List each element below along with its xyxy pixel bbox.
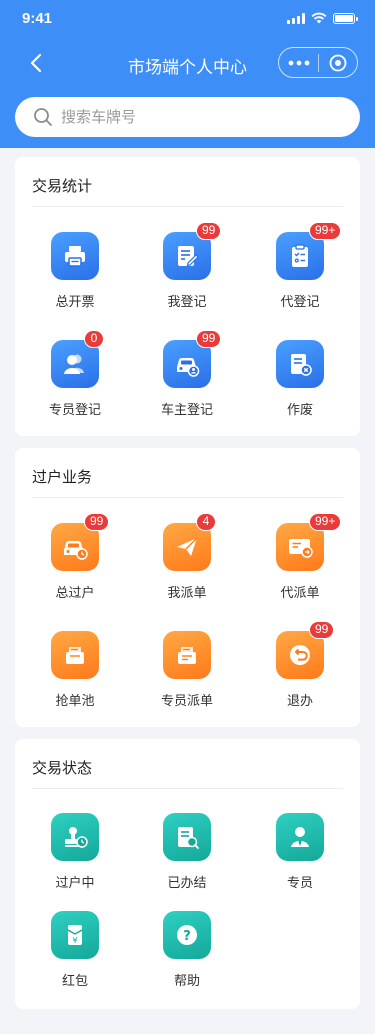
wifi-icon — [311, 12, 327, 24]
status-bar: 9:41 — [0, 0, 375, 40]
grid-item-total-invoices[interactable]: 总开票 — [25, 232, 125, 322]
grid-item-agent-dispatch[interactable]: 专员派单 — [137, 631, 237, 721]
grid-item-returned[interactable]: 99 退办 — [250, 621, 350, 721]
status-icons — [287, 12, 358, 24]
grid-item-label: 退办 — [286, 694, 313, 709]
grid-item-label: 代派单 — [280, 586, 320, 601]
grid-item-transferring[interactable]: 过户中 — [25, 813, 125, 903]
count-badge: 4 — [196, 513, 216, 531]
grid-item-label: 作废 — [286, 403, 313, 418]
grab-order-icon — [51, 631, 99, 679]
grid-item-owner-registrations[interactable]: 99 车主登记 — [137, 330, 237, 430]
search-icon — [34, 108, 52, 126]
search-bar[interactable] — [15, 97, 360, 137]
section-title: 交易状态 — [32, 759, 93, 777]
more-button[interactable] — [279, 48, 318, 77]
more-dots-icon — [288, 60, 309, 65]
status-time: 9:41 — [22, 10, 53, 27]
grid-item-label: 我登记 — [167, 295, 207, 310]
grid-item-order-pool[interactable]: 抢单池 — [25, 631, 125, 721]
grid-item-label: 过户中 — [55, 876, 95, 891]
nav-bar: 市场端个人中心 — [0, 40, 375, 86]
dispatch-order-icon — [163, 631, 211, 679]
grid-item-label: 专员派单 — [160, 694, 213, 709]
svg-text:?: ? — [183, 929, 191, 944]
cellular-signal-icon — [287, 12, 305, 24]
grid-item-proxy-registrations[interactable]: 99+ 代登记 — [250, 222, 350, 322]
document-search-icon — [163, 813, 211, 861]
count-badge: 99 — [196, 330, 222, 348]
grid-item-label: 我派单 — [167, 586, 207, 601]
grid-item-label: 帮助 — [173, 974, 200, 989]
grid-item-completed[interactable]: 已办结 — [137, 813, 237, 903]
grid-item-label: 总开票 — [55, 295, 95, 310]
grid-item-label: 抢单池 — [55, 694, 95, 709]
svg-text:¥: ¥ — [72, 936, 77, 945]
battery-icon — [333, 12, 358, 24]
grid-item-label: 代登记 — [280, 295, 320, 310]
count-badge: 99 — [309, 621, 335, 639]
count-badge: 99+ — [309, 513, 342, 531]
printer-icon — [51, 232, 99, 280]
count-badge: 99 — [196, 222, 222, 240]
stamp-clock-icon — [51, 813, 99, 861]
mini-program-capsule — [278, 47, 358, 78]
grid-item-my-registrations[interactable]: 99 我登记 — [137, 222, 237, 322]
card-transaction-status: 交易状态 过户中 已办结 专员 ¥ 红包 ? 帮助 — [15, 739, 360, 1009]
count-badge: 99+ — [309, 222, 342, 240]
grid-item-label: 专员登记 — [48, 403, 101, 418]
section-divider — [32, 206, 343, 207]
grid-item-agent[interactable]: 专员 — [250, 813, 350, 903]
grid-item-my-dispatch[interactable]: 4 我派单 — [137, 513, 237, 613]
section-divider — [32, 788, 343, 789]
grid-item-proxy-dispatch[interactable]: 99+ 代派单 — [250, 513, 350, 613]
search-input[interactable] — [61, 108, 321, 126]
grid-item-red-envelope[interactable]: ¥ 红包 — [25, 911, 125, 1001]
grid-item-label: 红包 — [61, 974, 88, 989]
section-divider — [32, 497, 343, 498]
grid-item-label: 总过户 — [55, 586, 95, 601]
help-icon: ? — [163, 911, 211, 959]
grid-item-voided[interactable]: 作废 — [250, 340, 350, 430]
cancel-document-icon — [276, 340, 324, 388]
red-envelope-icon: ¥ — [51, 911, 99, 959]
count-badge: 0 — [84, 330, 104, 348]
close-mini-program-button[interactable] — [319, 48, 357, 77]
grid-item-label: 车主登记 — [160, 403, 213, 418]
count-badge: 99 — [84, 513, 110, 531]
grid-item-agent-registrations[interactable]: 0 专员登记 — [25, 330, 125, 430]
card-transaction-stats: 交易统计 总开票 99 我登记 99+ 代登记 0 专员登记 99 车主登记 作… — [15, 157, 360, 436]
grid-item-total-transfers[interactable]: 99 总过户 — [25, 513, 125, 613]
grid-item-help[interactable]: ? 帮助 — [137, 911, 237, 1001]
card-transfer-business: 过户业务 99 总过户 4 我派单 99+ 代派单 抢单池 专员派单 99 退办 — [15, 448, 360, 727]
agent-icon — [276, 813, 324, 861]
section-title: 过户业务 — [32, 468, 93, 486]
target-circle-icon — [329, 54, 347, 71]
section-title: 交易统计 — [32, 177, 93, 195]
grid-item-label: 专员 — [286, 876, 313, 891]
grid-item-label: 已办结 — [167, 876, 207, 891]
